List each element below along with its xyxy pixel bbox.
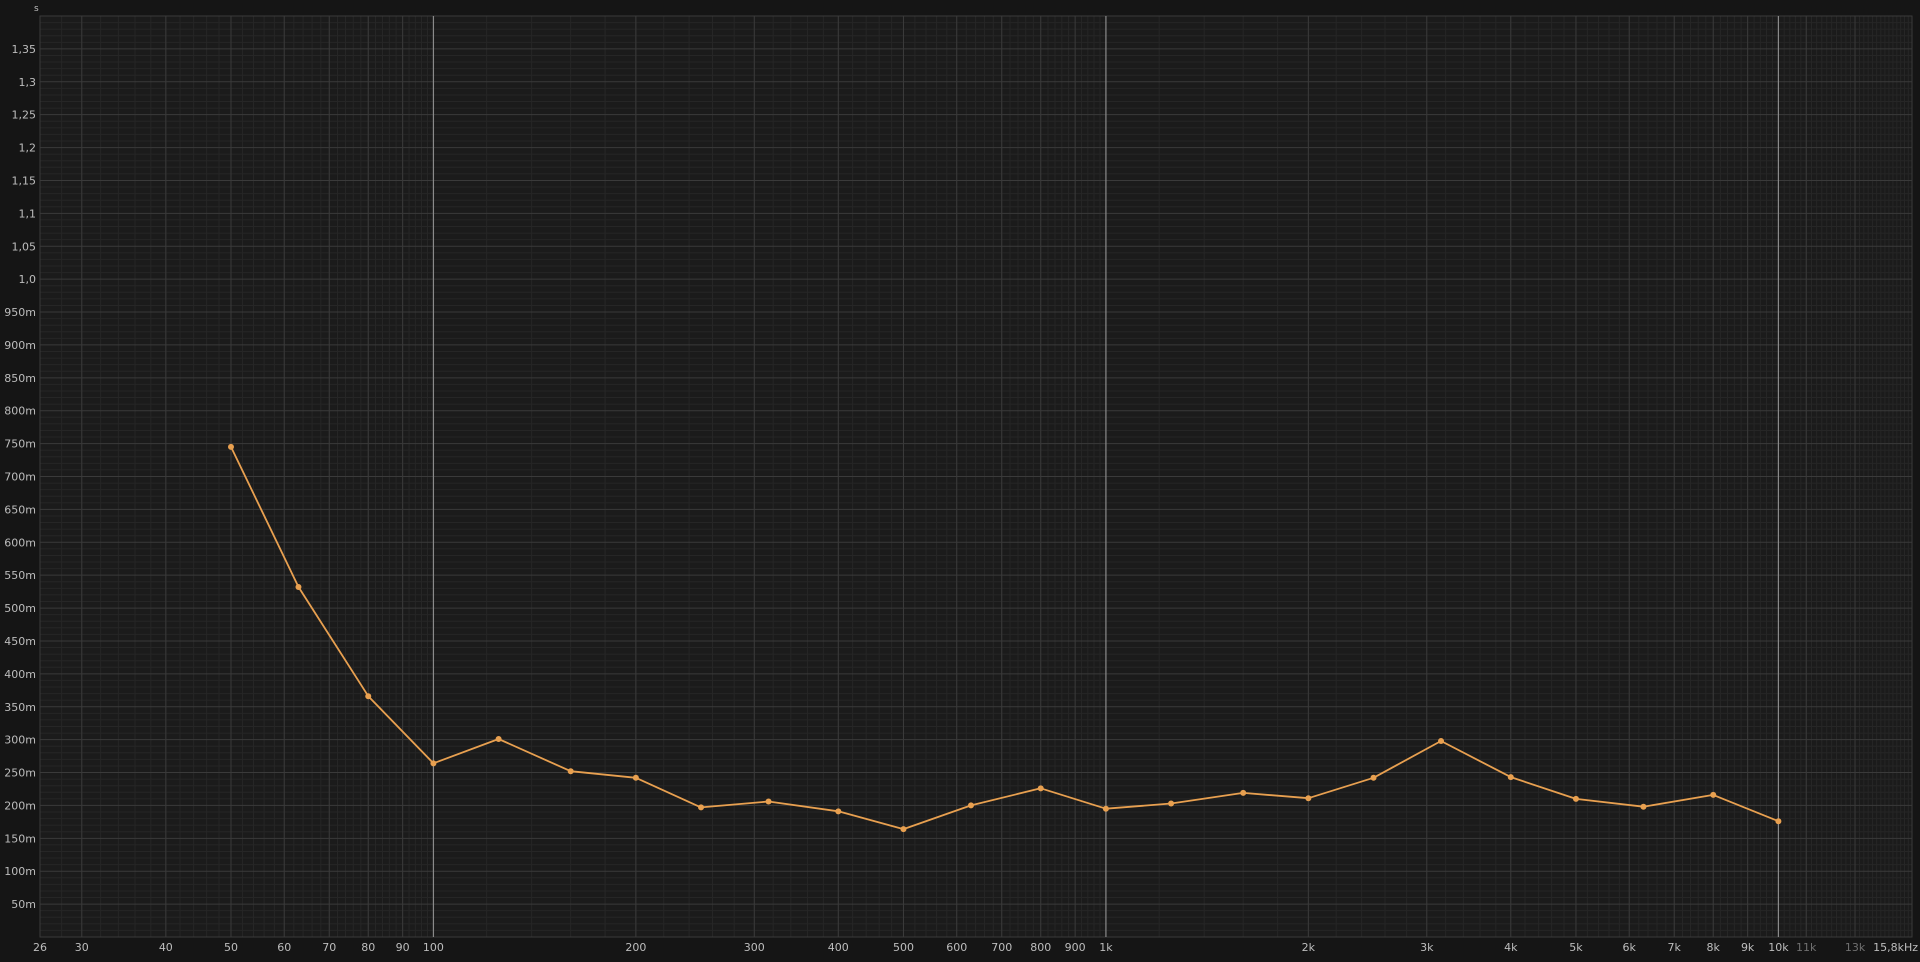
y-tick-label: 950m [4,306,36,319]
data-point [495,735,502,742]
x-tick-label: 700 [991,941,1012,954]
data-point [835,808,842,815]
y-tick-label: 1,05 [12,240,37,253]
data-point [1640,803,1647,810]
y-tick-label: 750m [4,438,36,451]
chart: 26 30 40 50 60 70 80 90 100 200 300 400 500 600 700 800… [0,0,1920,958]
x-tick-label: 400 [828,941,849,954]
x-tick-label: 4k [1504,941,1518,954]
x-tick-label: 2k [1302,941,1316,954]
y-tick-label: 650m [4,503,36,516]
x-tick-label: 8k [1707,941,1721,954]
y-tick-label: 400m [4,668,36,681]
data-point [1775,818,1782,825]
y-tick-label: 250m [4,767,36,780]
data-point [567,768,574,775]
x-tick-label: 13k [1845,941,1866,954]
x-tick-label: 300 [744,941,765,954]
y-tick-label: 450m [4,635,36,648]
y-tick-label: 300m [4,734,36,747]
x-tick-label: 800 [1030,941,1051,954]
x-tick-label: 11k [1796,941,1817,954]
y-tick-label: 900m [4,339,36,352]
y-tick-label: 1,25 [12,109,37,122]
data-point [295,584,302,591]
y-tick-label: 1,35 [12,43,37,56]
y-tick-label: 150m [4,832,36,845]
y-tick-label: 600m [4,536,36,549]
x-tick-label: 30 [75,941,89,954]
data-point [365,693,372,700]
data-point [765,798,772,805]
data-point [1305,795,1312,802]
y-tick-label: 1,3 [19,76,37,89]
x-tick-label: 10k [1768,941,1789,954]
data-point [430,760,437,767]
y-tick-label: 350m [4,701,36,714]
data-point [1370,774,1377,781]
x-tick-label: 500 [893,941,914,954]
x-tick-label: 50 [224,941,238,954]
x-tick-label: 40 [159,941,173,954]
y-tick-label: 500m [4,602,36,615]
x-tick-label: 100 [423,941,444,954]
x-tick-label: 60 [277,941,291,954]
y-tick-label: 50m [11,898,36,911]
y-tick-label: 100m [4,865,36,878]
data-point [698,804,705,811]
data-point [227,443,234,450]
x-tick-label: 600 [946,941,967,954]
data-point [1438,737,1445,744]
y-tick-label: 1,2 [19,142,37,155]
x-tick-label: 15,8kHz [1873,941,1918,954]
y-axis-unit-label: s [34,4,39,14]
data-point [1037,785,1044,792]
x-tick-label: 200 [625,941,646,954]
x-tick-label: 7k [1668,941,1682,954]
y-tick-label: 200m [4,799,36,812]
data-point [1240,789,1247,796]
x-tick-label: 9k [1741,941,1755,954]
y-tick-label: 850m [4,372,36,385]
x-tick-label: 90 [396,941,410,954]
y-tick-label: 1,0 [19,273,37,286]
data-point [967,802,974,809]
x-tick-label: 5k [1569,941,1583,954]
x-tick-label: 6k [1623,941,1637,954]
y-tick-label: 800m [4,405,36,418]
data-point [632,774,639,781]
y-tick-label: 1,1 [19,207,37,220]
x-tick-label: 1k [1099,941,1113,954]
y-tick-label: 550m [4,569,36,582]
y-tick-label: 700m [4,471,36,484]
x-tick-label: 900 [1065,941,1086,954]
data-point [1710,791,1717,798]
x-tick-label: 3k [1420,941,1434,954]
x-tick-label: 26 [33,941,47,954]
x-tick-label: 80 [361,941,375,954]
data-point [1507,774,1514,781]
x-tick-label: 70 [322,941,336,954]
rt60-chart: 26 30 40 50 60 70 80 90 100 200 300 400 500 600 700 800… [0,0,1920,958]
data-point [900,826,907,833]
data-point [1102,805,1109,812]
data-point [1572,795,1579,802]
data-point [1168,800,1175,807]
y-tick-label: 1,15 [12,174,37,187]
